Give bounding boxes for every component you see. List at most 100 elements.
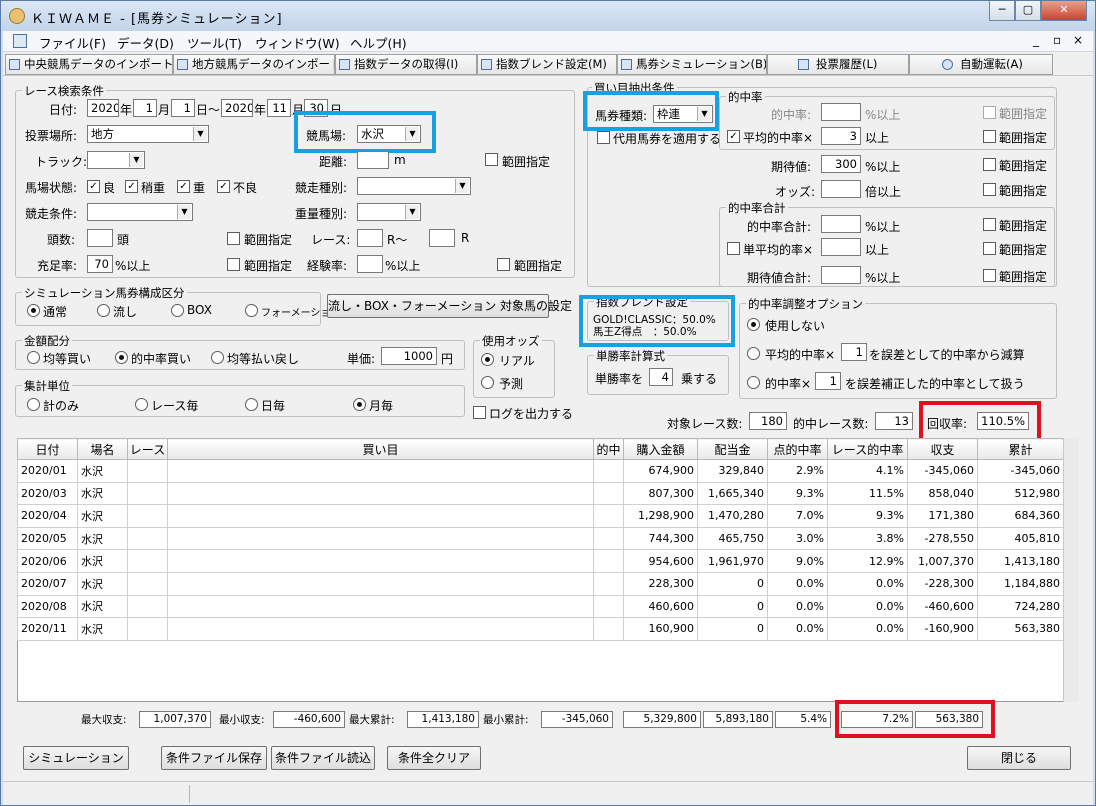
agg-month-radio[interactable] [353,398,366,411]
load-conditions-button[interactable]: 条件ファイル読込 [271,746,375,770]
col-header[interactable]: 日付 [17,438,78,460]
col-header[interactable]: 点的中率 [767,438,828,460]
single-avg-range-checkbox[interactable] [983,242,996,255]
hit-rate-input[interactable] [821,103,861,121]
heads-input[interactable] [87,229,113,247]
simulation-button[interactable]: 馬券シミュレーション(B) [617,54,767,75]
odds-range-checkbox[interactable] [983,183,996,196]
adjust-none-radio[interactable] [747,318,760,331]
avg-hit-checkbox[interactable]: ✓ [727,130,740,143]
from-year-input[interactable]: 2020 [87,99,119,117]
mdi-close-button[interactable]: × [1073,33,1083,47]
menu-data[interactable]: データ(D) [117,33,174,52]
fill-input[interactable]: 70 [87,255,113,273]
track-select[interactable]: ▼ [87,151,145,169]
target-horse-settings-button[interactable]: 流し・BOX・フォーメーション 対象馬の設定 [327,294,572,318]
table-row[interactable]: 2020/01 水沢 674,900 329,840 2.9% 4.1% -345,060-… [17,459,1064,483]
col-header[interactable]: 累計 [977,438,1064,460]
col-header[interactable]: 的中 [593,438,624,460]
race-to-input[interactable] [429,229,455,247]
fill-range-checkbox[interactable] [227,258,240,271]
distance-range-checkbox[interactable] [485,153,498,166]
col-header[interactable]: レース [127,438,168,460]
col-header[interactable]: 配当金 [697,438,768,460]
col-header[interactable]: 場名 [77,438,128,460]
avg-hit-input[interactable]: 3 [821,127,861,145]
sim-formation-radio[interactable] [245,304,258,317]
race-cond-select[interactable]: ▼ [87,203,193,221]
agg-day-radio[interactable] [245,398,258,411]
adjust-subtract-input[interactable]: 1 [841,343,867,361]
menu-tools[interactable]: ツール(T) [187,33,242,52]
hit-sum-range-checkbox[interactable] [983,218,996,231]
expect-range-checkbox[interactable] [983,158,996,171]
sim-nagashi-radio[interactable] [97,304,110,317]
race-from-input[interactable] [357,229,383,247]
to-month-input[interactable]: 11 [267,99,291,117]
odds-predict-radio[interactable] [481,376,494,389]
close-button[interactable]: 閉じる [967,746,1071,770]
cond-slightly-heavy-checkbox[interactable]: ✓ [125,180,138,193]
save-conditions-button[interactable]: 条件ファイル保存 [161,746,267,770]
single-avg-checkbox[interactable] [727,242,740,255]
weight-select[interactable]: ▼ [357,203,421,221]
table-row[interactable]: 2020/11 水沢 160,900 0 0.0% 0.0% -160,900 563,380 [17,617,1064,641]
hit-sum-input[interactable] [821,215,861,233]
col-header[interactable]: レース的中率 [827,438,908,460]
expect-input[interactable]: 300 [821,155,861,173]
to-year-input[interactable]: 2020 [221,99,253,117]
table-row[interactable]: 2020/06 水沢 954,600 1,961,970 9.0% 12.9% 1,007,… [17,549,1064,573]
minimize-button[interactable]: ─ [989,1,1015,21]
odds-real-radio[interactable] [481,353,494,366]
import-local-button[interactable]: 地方競馬データのインポート(N) [173,54,335,75]
blend-settings-button[interactable]: 指数ブレンド設定(M) [477,54,617,75]
table-row[interactable]: 2020/05 水沢 744,300 465,750 3.0% 3.8% -278,550 4… [17,526,1064,551]
distance-input[interactable] [357,151,389,169]
single-avg-input[interactable] [821,238,861,256]
import-central-button[interactable]: 中央競馬データのインポート(J) [5,54,173,75]
expect-sum-range-checkbox[interactable] [983,269,996,282]
proxy-bet-checkbox[interactable] [597,131,610,144]
get-index-button[interactable]: 指数データの取得(I) [335,54,477,75]
hit-rate-range-checkbox[interactable] [983,106,996,119]
log-output-checkbox[interactable] [473,406,486,419]
col-header[interactable]: 購入金額 [623,438,698,460]
clear-conditions-button[interactable]: 条件全クリア [387,746,481,770]
odds-input[interactable] [821,180,861,198]
auto-run-button[interactable]: 自動運転(A) [909,54,1053,75]
money-equal-radio[interactable] [27,351,40,364]
col-header[interactable]: 買い目 [167,438,594,460]
unit-price-input[interactable]: 1000 [381,347,437,365]
money-equal-return-radio[interactable] [211,351,224,364]
col-header[interactable]: 収支 [907,438,978,460]
sim-normal-radio[interactable] [27,304,40,317]
money-hitrate-radio[interactable] [115,351,128,364]
cond-bad-checkbox[interactable]: ✓ [217,180,230,193]
mdi-restore-button[interactable]: ▫ [1053,33,1061,47]
close-window-button[interactable]: ✕ [1041,1,1087,21]
agg-race-radio[interactable] [135,398,148,411]
expect-sum-input[interactable] [821,266,861,284]
experience-range-checkbox[interactable] [497,258,510,271]
experience-input[interactable] [357,255,383,273]
heads-range-checkbox[interactable] [227,232,240,245]
avg-hit-range-checkbox[interactable] [983,130,996,143]
vote-history-button[interactable]: 投票履歴(L) [767,54,909,75]
menu-help[interactable]: ヘルプ(H) [350,33,407,52]
table-row[interactable]: 2020/07 水沢 228,300 0 0.0% 0.0% -228,300 1,184,8… [17,571,1064,596]
adjust-subtract-radio[interactable] [747,347,760,360]
race-type-select[interactable]: ▼ [357,177,471,195]
cond-heavy-checkbox[interactable]: ✓ [177,180,190,193]
table-row[interactable]: 2020/04 水沢 1,298,900 1,470,280 7.0% 9.3% 171,3… [17,504,1064,528]
cond-good-checkbox[interactable]: ✓ [87,180,100,193]
mdi-minimize-button[interactable]: _ [1033,33,1039,47]
agg-total-radio[interactable] [27,398,40,411]
sim-box-radio[interactable] [171,304,184,317]
win-rate-power-input[interactable]: 4 [649,368,673,386]
menu-file[interactable]: ファイル(F) [39,33,106,52]
maximize-button[interactable]: ▢ [1015,1,1041,21]
from-month-input[interactable]: 1 [133,99,157,117]
venue-select[interactable]: 地方 ▼ [87,125,209,143]
table-row[interactable]: 2020/03 水沢 807,300 1,665,340 9.3% 11.5% 858,04… [17,481,1064,506]
adjust-correct-radio[interactable] [747,376,760,389]
